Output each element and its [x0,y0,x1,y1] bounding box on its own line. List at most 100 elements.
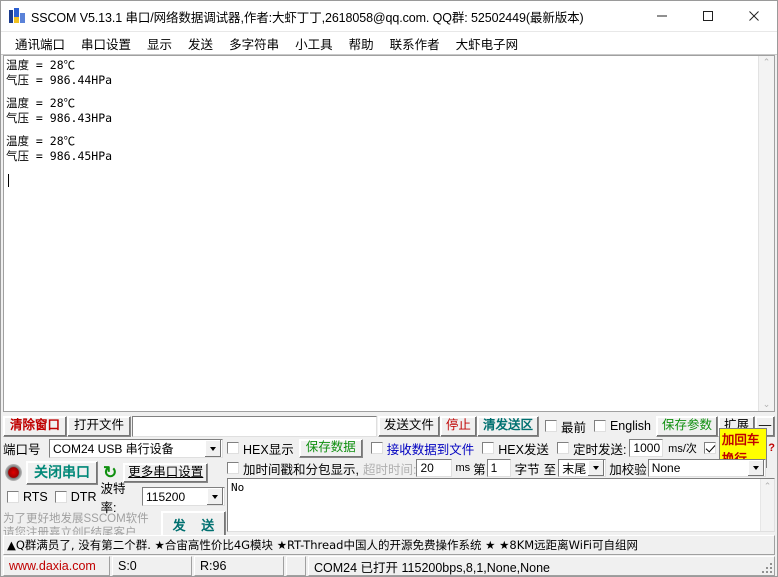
chevron-down-icon[interactable] [588,460,605,476]
chevron-down-icon[interactable] [205,440,221,457]
clear-send-button[interactable]: 清发送区 [476,415,539,437]
timeout-input[interactable]: 20 [416,459,453,477]
send-text-value[interactable]: No [228,479,760,531]
timeout-label: 超时时间: [362,462,417,477]
baud-select-value: 115200 [146,489,186,504]
menu-item-comm-port[interactable]: 通讯端口 [7,32,73,55]
timeout-unit: ms [455,462,471,474]
port-select-value: COM24 USB 串行设备 [53,442,174,456]
send-file-button[interactable]: 发送文件 [377,415,440,437]
terminal-line: 气压 = 986.44HPa [6,73,113,87]
close-icon[interactable] [731,1,777,31]
window-title: SSCOM V5.13.1 串口/网络数据调试器,作者:大虾丁丁,2618058… [31,10,584,25]
menu-bar: 通讯端口 串口设置 显示 发送 多字符串 小工具 帮助 联系作者 大虾电子网 [1,32,777,55]
timed-send-checkbox[interactable] [556,442,569,454]
chevron-down-icon[interactable] [747,460,764,476]
send-text-area[interactable]: No ⌃ [227,478,775,532]
status-website[interactable]: www.daxia.com [3,556,110,576]
crlf-checkbox[interactable] [703,442,716,454]
close-port-button[interactable]: 关闭串口 [26,460,98,485]
terminal-line: 温度 = 28℃ [6,58,76,72]
scroll-down-icon[interactable]: ⌄ [763,400,771,409]
hex-send-checkbox[interactable] [482,442,495,454]
timestamp-checkbox[interactable] [227,462,239,474]
timed-send-input[interactable]: 1000 [629,439,664,457]
status-received-count: R:96 [194,556,284,576]
recv-to-file-checkbox[interactable] [370,442,383,454]
stop-button[interactable]: 停止 [439,415,477,437]
hex-send-label: HEX发送 [498,442,549,457]
file-path-input[interactable] [132,415,377,437]
hex-display-checkbox[interactable] [227,442,239,454]
ad-banner[interactable]: ▲Q群满员了, 没有第二个群. ★合宙高性价比4G模块 ★RT-Thread中国… [3,535,775,555]
menu-item-contact-author[interactable]: 联系作者 [382,32,448,55]
port-label: 端口号 [3,443,41,457]
title-bar: SSCOM V5.13.1 串口/网络数据调试器,作者:大虾丁丁,2618058… [1,1,777,32]
rts-checkbox[interactable] [7,490,19,503]
topmost-label: 最前 [560,420,586,435]
port-select[interactable]: COM24 USB 串行设备 [49,439,223,458]
maximize-icon[interactable] [685,1,731,31]
timestamp-label: 加时间戳和分包显示, [243,462,359,477]
menu-item-daxia-site[interactable]: 大虾电子网 [448,32,527,55]
status-connection-text: COM24 已打开 115200bps,8,1,None,None [314,560,551,575]
terminal-line: 温度 = 28℃ [6,96,76,110]
recv-to-file-label: 接收数据到文件 [386,442,475,457]
status-bar: www.daxia.com S:0 R:96 COM24 已打开 115200b… [3,556,775,576]
resize-grip-icon[interactable] [760,561,772,573]
chevron-down-icon[interactable] [207,488,223,505]
scroll-up-icon[interactable]: ⌃ [763,58,771,67]
status-spacer [286,556,306,576]
byte-from-input[interactable]: 1 [486,459,511,477]
english-label: English [609,419,651,433]
checksum-value: None [651,461,681,475]
timed-send-label: 定时发送: [572,442,627,457]
save-data-button[interactable]: 保存数据 [298,438,363,458]
menu-item-port-settings[interactable]: 串口设置 [73,32,139,55]
send-scrollbar[interactable]: ⌃ [760,479,774,531]
app-logo-icon [9,8,25,24]
rts-label: RTS [23,489,48,504]
save-params-button[interactable]: 保存参数 [655,415,718,437]
byte-from-label: 第 [473,462,486,477]
receive-area[interactable]: 温度 = 28℃ 气压 = 986.44HPa 温度 = 28℃ 气压 = 98… [3,55,775,412]
menu-item-tools[interactable]: 小工具 [287,32,341,55]
open-file-button[interactable]: 打开文件 [67,415,132,437]
clear-window-button[interactable]: 清除窗口 [3,415,68,437]
byte-end-select[interactable]: 末尾 [558,459,607,477]
topmost-checkbox[interactable] [544,420,557,432]
byte-word-label: 字节 [514,462,540,477]
receive-text[interactable]: 温度 = 28℃ 气压 = 986.44HPa 温度 = 28℃ 气压 = 98… [4,56,758,411]
terminal-line: 气压 = 986.45HPa [6,149,113,163]
timed-send-unit: ms/次 [668,443,697,455]
english-checkbox-group[interactable]: English [593,419,651,433]
window-controls [639,1,777,31]
register-note-line1: 为了更好地发展SSCOM软件 [3,513,149,525]
menu-item-display[interactable]: 显示 [139,32,180,55]
baud-select[interactable]: 115200 [142,487,225,506]
byte-to-label: 至 [543,462,557,477]
receive-scrollbar[interactable]: ⌃ ⌄ [758,56,774,411]
terminal-line: 温度 = 28℃ [6,134,76,148]
dtr-checkbox[interactable] [54,490,67,503]
receive-options-panel: HEX显示 保存数据 接收数据到文件 HEX发送 定时发送: 1000 ms/次… [227,428,775,477]
port-status-led-icon [5,464,22,481]
port-config-panel: 端口号 COM24 USB 串行设备 关闭串口 ↻ 更多串口设置 RTS DTR… [3,438,227,541]
minimize-icon[interactable] [639,1,685,31]
status-sent-count: S:0 [112,556,192,576]
topmost-checkbox-group[interactable]: 最前 [544,417,586,436]
checksum-label: 加校验 [609,462,647,477]
status-connection-info: COM24 已打开 115200bps,8,1,None,None [308,556,775,576]
help-icon[interactable]: ? [768,442,775,454]
hex-display-label: HEX显示 [243,442,294,457]
baud-label: 波特率: [100,481,126,515]
checksum-select[interactable]: None [647,459,766,477]
english-checkbox[interactable] [593,420,606,432]
menu-item-help[interactable]: 帮助 [341,32,382,55]
byte-end-value: 末尾 [562,461,587,476]
file-toolbar: 清除窗口 打开文件 发送文件 停止 清发送区 最前 English 保存参数 扩… [3,414,775,438]
menu-item-multi-string[interactable]: 多字符串 [221,32,287,55]
menu-item-send[interactable]: 发送 [180,32,221,55]
text-caret [8,174,9,187]
dtr-label: DTR [70,489,97,504]
